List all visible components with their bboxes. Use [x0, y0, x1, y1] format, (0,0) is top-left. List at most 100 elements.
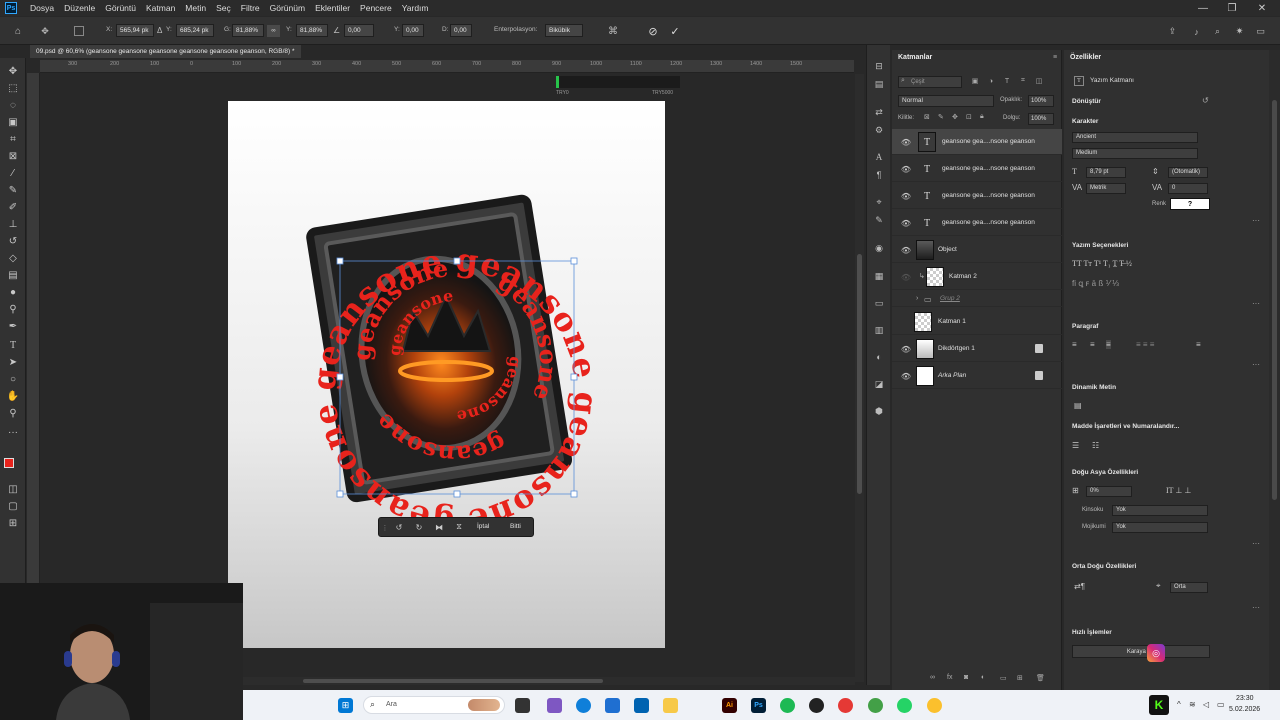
- clock-time[interactable]: 23:30: [1236, 695, 1254, 702]
- kashida-select[interactable]: Orta: [1170, 582, 1208, 593]
- minimize-icon[interactable]: —: [1191, 0, 1215, 16]
- lasso-tool-icon[interactable]: ◌: [5, 98, 21, 112]
- east-asian-section-header[interactable]: Doğu Asya Özellikleri: [1072, 469, 1138, 476]
- move-transform-icon[interactable]: ✥: [38, 24, 52, 38]
- justify-all-icon[interactable]: ≡: [1196, 340, 1201, 349]
- menu-layer[interactable]: Katman: [141, 0, 180, 16]
- vertical-scrollbar[interactable]: [855, 74, 864, 682]
- rotate-right-icon[interactable]: ↻: [413, 521, 425, 533]
- discover-icon[interactable]: ✷: [1233, 25, 1246, 38]
- paragraph-section-header[interactable]: Paragraf: [1072, 323, 1098, 330]
- type-options-icons[interactable]: TT Tт T¹ T₁ T̲ T̶ ½: [1072, 259, 1132, 268]
- align-center-icon[interactable]: ≡: [1090, 340, 1095, 349]
- link-icon[interactable]: ∞: [267, 25, 280, 37]
- adjustment-layer-icon[interactable]: ◐: [981, 674, 985, 681]
- move-tool-icon[interactable]: ✥: [5, 64, 21, 78]
- cancel-button[interactable]: İptal: [477, 523, 489, 530]
- layer-row[interactable]: 👁︎ T geansone gea....nsone geanson: [892, 183, 1062, 209]
- path-select-tool-icon[interactable]: ➤: [5, 355, 21, 369]
- layer-row[interactable]: › ▭ Grup 2: [892, 291, 1062, 307]
- brush-tool-icon[interactable]: ✐: [5, 200, 21, 214]
- task-view-icon[interactable]: [515, 698, 530, 713]
- add-mask-icon[interactable]: ◙: [964, 674, 968, 681]
- cancel-transform-icon[interactable]: ⊘: [646, 24, 660, 38]
- visibility-eye-icon[interactable]: 👁︎: [900, 245, 912, 255]
- font-size-field[interactable]: 8,79 pt: [1086, 167, 1126, 178]
- filter-type-icon[interactable]: T: [1002, 76, 1012, 86]
- properties-scroll-thumb[interactable]: [1272, 100, 1277, 500]
- menu-file[interactable]: Dosya: [25, 0, 59, 16]
- layer-filter-search[interactable]: Çeşit: [898, 76, 962, 88]
- flip-horizontal-icon[interactable]: ⧓: [433, 521, 445, 533]
- properties-panel-icon[interactable]: ⚙: [872, 123, 886, 137]
- shapes-panel-icon[interactable]: ⬢: [872, 404, 886, 418]
- warp-icon[interactable]: ⌘: [606, 24, 620, 38]
- vertical-scroll-thumb[interactable]: [857, 254, 862, 494]
- numbered-list-icon[interactable]: ☷: [1092, 441, 1099, 450]
- gradient-tool-icon[interactable]: ▤: [5, 268, 21, 282]
- store-icon[interactable]: [605, 698, 620, 713]
- mojikumi-select[interactable]: Yok: [1112, 522, 1208, 533]
- menu-view[interactable]: Görünüm: [265, 0, 310, 16]
- restore-icon[interactable]: ❐: [1220, 0, 1244, 16]
- justify-icons[interactable]: ≡ ≡ ≡: [1136, 340, 1154, 349]
- photoshop-taskbar-icon[interactable]: Ps: [751, 698, 766, 713]
- document-tab[interactable]: 09.psd @ 60,6% (geansone geansone geanso…: [30, 45, 301, 58]
- pen-tool-icon[interactable]: ✒: [5, 319, 21, 333]
- menu-window[interactable]: Pencere: [355, 0, 397, 16]
- menu-type[interactable]: Metin: [180, 0, 211, 16]
- more-options-icon[interactable]: ···: [1252, 360, 1260, 369]
- visibility-eye-icon[interactable]: 👁︎: [900, 371, 912, 381]
- share-icon[interactable]: ⇪: [1166, 25, 1179, 38]
- opacity-field[interactable]: 100%: [1028, 95, 1054, 107]
- link-layers-icon[interactable]: ∞: [930, 674, 935, 681]
- leading-field[interactable]: (Otomatik): [1168, 167, 1208, 178]
- type-tool-icon[interactable]: T: [5, 338, 21, 352]
- properties-scrollbar[interactable]: [1269, 50, 1280, 690]
- menu-edit[interactable]: Düzenle: [59, 0, 100, 16]
- marquee-tool-icon[interactable]: ⬚: [5, 81, 21, 95]
- horizontal-scroll-thumb[interactable]: [303, 679, 603, 683]
- flip-vertical-icon[interactable]: ⧖: [453, 521, 465, 533]
- menu-plugins[interactable]: Eklentiler: [310, 0, 355, 16]
- comments-panel-icon[interactable]: ▤: [872, 77, 886, 91]
- quick-actions-section-header[interactable]: Hızlı İşlemler: [1072, 629, 1112, 636]
- object-select-tool-icon[interactable]: ▣: [5, 115, 21, 129]
- volume-icon[interactable]: ◁: [1203, 700, 1209, 709]
- dynamic-text-section-header[interactable]: Dinamik Metin: [1072, 384, 1116, 391]
- tracking-field[interactable]: 0: [1168, 183, 1208, 194]
- edge-icon[interactable]: [576, 698, 591, 713]
- glyphs-panel-icon[interactable]: ⌖: [872, 195, 886, 209]
- fill-field[interactable]: 100%: [1028, 113, 1054, 125]
- eraser-tool-icon[interactable]: ◇: [5, 251, 21, 265]
- tsume-field[interactable]: 0%: [1086, 486, 1132, 497]
- illustrator-icon[interactable]: Ai: [722, 698, 737, 713]
- eyedropper-tool-icon[interactable]: ⁄: [5, 166, 21, 180]
- drag-handle-icon[interactable]: ⋮: [382, 522, 389, 533]
- done-button[interactable]: Bitti: [510, 523, 521, 530]
- visibility-eye-icon[interactable]: 👁︎: [900, 218, 912, 228]
- layers-panel-icon[interactable]: ▭: [872, 296, 886, 310]
- width-field[interactable]: 81,88%: [232, 24, 264, 37]
- horizontal-scrollbar[interactable]: [243, 677, 855, 685]
- middle-east-section-header[interactable]: Orta Doğu Özellikleri: [1072, 563, 1136, 570]
- battery-icon[interactable]: ▭: [1217, 700, 1225, 709]
- layer-row[interactable]: 👁︎ Object: [892, 237, 1062, 263]
- paths-panel-icon[interactable]: ✎: [872, 213, 886, 227]
- taskbar-search[interactable]: ⌕ Ara: [363, 696, 505, 714]
- libraries-panel-icon[interactable]: ◪: [872, 377, 886, 391]
- home-icon[interactable]: ⌂: [12, 25, 24, 37]
- brushes-panel-icon[interactable]: ◉: [872, 241, 886, 255]
- filter-shape-icon[interactable]: ⌗: [1018, 76, 1028, 86]
- layer-row[interactable]: 👁︎ ↳ Katman 2: [892, 264, 1062, 290]
- layer-row[interactable]: 👁︎ Dikdörtgen 1: [892, 336, 1062, 362]
- angle-field[interactable]: 0,00: [344, 24, 374, 37]
- healing-tool-icon[interactable]: ✎: [5, 183, 21, 197]
- more-options-icon[interactable]: ···: [1252, 216, 1260, 225]
- filter-pixel-icon[interactable]: ▣: [970, 76, 980, 86]
- crop-tool-icon[interactable]: ⌗: [5, 132, 21, 146]
- more-options-icon[interactable]: ···: [1252, 299, 1260, 308]
- outlook-icon[interactable]: [634, 698, 649, 713]
- rotate-left-icon[interactable]: ↺: [393, 521, 405, 533]
- visibility-eye-icon[interactable]: 👁︎: [900, 272, 912, 282]
